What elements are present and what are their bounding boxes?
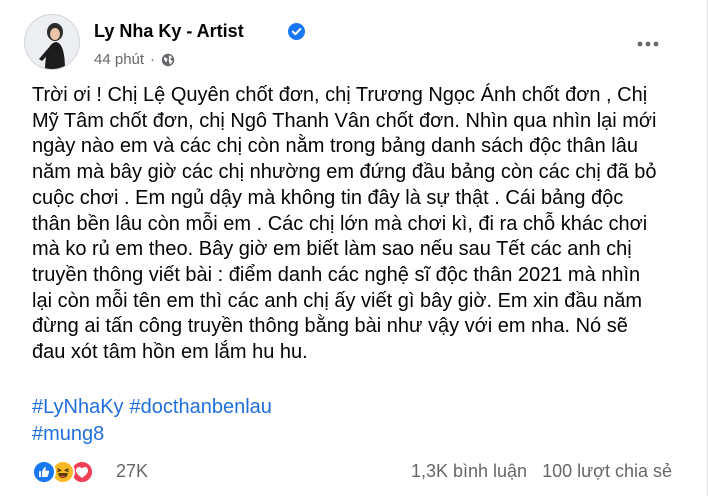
post-stats: 1,3K bình luận 100 lượt chia sẻ: [401, 461, 672, 482]
hashtag-link[interactable]: #mung8: [32, 423, 104, 445]
post-meta: 44 phút ·: [94, 51, 175, 68]
author-avatar[interactable]: [24, 14, 80, 70]
verified-badge-icon: [288, 23, 305, 40]
comment-count[interactable]: 1,3K bình luận: [411, 461, 527, 481]
reaction-icons[interactable]: [32, 458, 94, 486]
post-footer: 27K 1,3K bình luận 100 lượt chia sẻ: [32, 458, 672, 486]
hashtag-line-1: #LyNhaKy #docthanbenlau: [32, 394, 672, 421]
hashtag-link[interactable]: #LyNhaKy: [32, 396, 124, 418]
reaction-count[interactable]: 27K: [116, 461, 148, 482]
post-hashtags: #LyNhaKy #docthanbenlau #mung8: [32, 394, 672, 448]
hashtag-link[interactable]: #docthanbenlau: [130, 396, 272, 418]
more-options-button[interactable]: [628, 24, 668, 64]
meta-separator: ·: [150, 51, 156, 68]
post-card: Ly Nha Ky - Artist 44 phút · Trời ơi ! C…: [0, 0, 708, 496]
share-count[interactable]: 100 lượt chia sẻ: [542, 461, 672, 481]
globe-icon[interactable]: [161, 53, 175, 67]
hashtag-line-2: #mung8: [32, 421, 672, 448]
avatar-image: [25, 15, 79, 69]
author-name[interactable]: Ly Nha Ky - Artist: [94, 21, 244, 42]
more-horizontal-icon: [637, 41, 659, 47]
post-header: Ly Nha Ky - Artist 44 phút ·: [24, 12, 684, 72]
like-icon: [32, 460, 56, 484]
post-time[interactable]: 44 phút: [94, 51, 144, 68]
post-body-text: Trời ơi ! Chị Lệ Quyên chốt đơn, chị Trư…: [32, 84, 657, 364]
